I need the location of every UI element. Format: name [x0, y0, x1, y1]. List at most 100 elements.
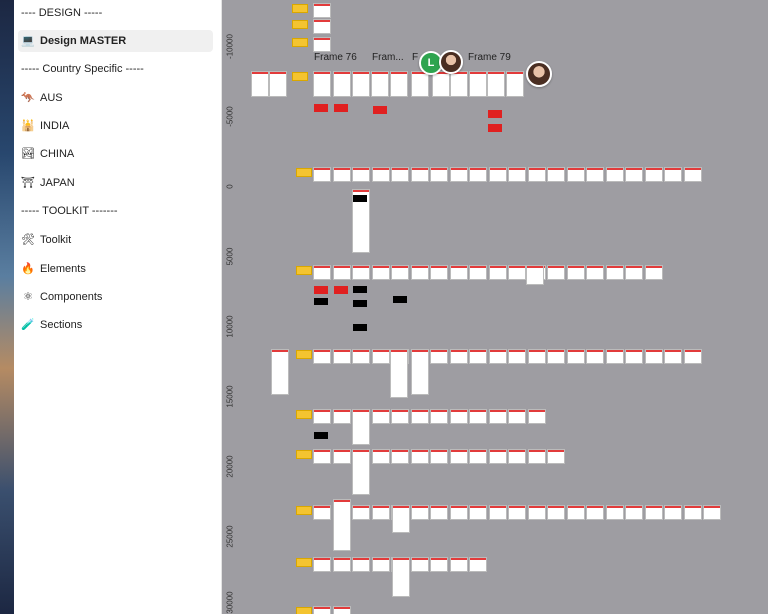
- frame-thumbnail[interactable]: [334, 168, 350, 181]
- frame-thumbnail[interactable]: [685, 350, 701, 363]
- frame-thumbnail[interactable]: [490, 410, 506, 423]
- frame-thumbnail[interactable]: [314, 607, 330, 614]
- frame-thumbnail[interactable]: [393, 558, 409, 596]
- frame-thumbnail[interactable]: [314, 350, 330, 363]
- frame-thumbnail[interactable]: [646, 168, 662, 181]
- frame-thumbnail[interactable]: [470, 266, 486, 279]
- frame-title[interactable]: Frame 79: [468, 52, 511, 63]
- frame-thumbnail[interactable]: [470, 558, 486, 571]
- frame-thumbnail[interactable]: [548, 168, 564, 181]
- frame-thumbnail[interactable]: [451, 168, 467, 181]
- frame-tag[interactable]: [296, 350, 312, 359]
- frame-thumbnail[interactable]: [431, 350, 447, 363]
- collaborator-avatar-photo[interactable]: [439, 50, 463, 74]
- frame-thumbnail[interactable]: [392, 266, 408, 279]
- page-design-divider[interactable]: ---- DESIGN -----: [18, 2, 213, 24]
- frame-thumbnail[interactable]: [392, 450, 408, 463]
- frame-tag[interactable]: [296, 168, 312, 177]
- frame-thumbnail[interactable]: [353, 350, 369, 363]
- frame-thumbnail[interactable]: [431, 450, 447, 463]
- frame-thumbnail[interactable]: [373, 350, 389, 363]
- frame-thumbnail[interactable]: [431, 266, 447, 279]
- frame-thumbnail[interactable]: [314, 4, 330, 17]
- page-aus[interactable]: 🦘 AUS: [18, 87, 213, 109]
- page-toolkit-divider[interactable]: ----- TOOLKIT -------: [18, 200, 213, 222]
- frame-thumbnail[interactable]: [548, 266, 564, 279]
- frame-tag[interactable]: [292, 20, 308, 29]
- frame-tag[interactable]: [296, 410, 312, 419]
- frame-thumbnail[interactable]: [334, 607, 350, 614]
- frame-thumbnail[interactable]: [412, 450, 428, 463]
- frame-thumbnail[interactable]: [568, 266, 584, 279]
- frame-thumbnail[interactable]: [391, 72, 407, 96]
- design-canvas[interactable]: -10000 -5000 0 5000 10000 15000 20000 25…: [222, 0, 768, 614]
- page-design-master[interactable]: 💻 Design MASTER: [18, 30, 213, 52]
- frame-black-block[interactable]: [353, 300, 367, 307]
- frame-thumbnail[interactable]: [665, 168, 681, 181]
- frame-thumbnail[interactable]: [372, 72, 388, 96]
- frame-thumbnail[interactable]: [431, 506, 447, 519]
- frame-thumbnail[interactable]: [470, 450, 486, 463]
- frame-thumbnail[interactable]: [548, 350, 564, 363]
- frame-thumbnail[interactable]: [470, 506, 486, 519]
- frame-thumbnail[interactable]: [373, 506, 389, 519]
- frame-thumbnail[interactable]: [272, 350, 288, 394]
- frame-thumbnail[interactable]: [548, 506, 564, 519]
- frame-red-block[interactable]: [488, 110, 502, 118]
- frame-thumbnail[interactable]: [314, 558, 330, 571]
- frame-thumbnail[interactable]: [607, 266, 623, 279]
- frame-tag[interactable]: [296, 506, 312, 515]
- frame-black-block[interactable]: [314, 298, 328, 305]
- frame-thumbnail[interactable]: [314, 168, 330, 181]
- frame-title[interactable]: Frame 76: [314, 52, 357, 63]
- frame-thumbnail[interactable]: [353, 410, 369, 444]
- frame-thumbnail[interactable]: [353, 506, 369, 519]
- frame-thumbnail[interactable]: [412, 558, 428, 571]
- frame-thumbnail[interactable]: [431, 410, 447, 423]
- frame-thumbnail[interactable]: [646, 506, 662, 519]
- frame-thumbnail[interactable]: [509, 266, 525, 279]
- frame-thumbnail[interactable]: [646, 266, 662, 279]
- frame-thumbnail[interactable]: [665, 506, 681, 519]
- frame-thumbnail[interactable]: [373, 168, 389, 181]
- frame-thumbnail[interactable]: [373, 558, 389, 571]
- frame-thumbnail[interactable]: [568, 350, 584, 363]
- frame-thumbnail[interactable]: [334, 266, 350, 279]
- frame-thumbnail[interactable]: [527, 266, 543, 284]
- frame-thumbnail[interactable]: [270, 72, 286, 96]
- frame-thumbnail[interactable]: [490, 168, 506, 181]
- frame-thumbnail[interactable]: [431, 558, 447, 571]
- frame-thumbnail[interactable]: [509, 450, 525, 463]
- frame-thumbnail[interactable]: [412, 266, 428, 279]
- frame-thumbnail[interactable]: [509, 506, 525, 519]
- page-india[interactable]: 🕌 INDIA: [18, 115, 213, 137]
- frame-thumbnail[interactable]: [334, 450, 350, 463]
- frame-thumbnail[interactable]: [412, 72, 428, 96]
- frame-thumbnail[interactable]: [334, 72, 350, 96]
- page-china[interactable]: 🏞 CHINA: [18, 143, 213, 165]
- frame-thumbnail[interactable]: [607, 350, 623, 363]
- frame-tag[interactable]: [296, 558, 312, 567]
- frame-thumbnail[interactable]: [314, 450, 330, 463]
- frame-red-block[interactable]: [373, 106, 387, 114]
- frame-red-block[interactable]: [314, 104, 328, 112]
- collaborator-avatar-photo[interactable]: [526, 61, 552, 87]
- frame-thumbnail[interactable]: [626, 350, 642, 363]
- frame-thumbnail[interactable]: [314, 266, 330, 279]
- frame-thumbnail[interactable]: [529, 450, 545, 463]
- frame-black-block[interactable]: [314, 432, 328, 439]
- frame-thumbnail[interactable]: [529, 350, 545, 363]
- frame-thumbnail[interactable]: [509, 410, 525, 423]
- frame-thumbnail[interactable]: [393, 506, 409, 532]
- frame-thumbnail[interactable]: [470, 350, 486, 363]
- frame-thumbnail[interactable]: [451, 266, 467, 279]
- frame-thumbnail[interactable]: [353, 266, 369, 279]
- frame-black-block[interactable]: [393, 296, 407, 303]
- frame-thumbnail[interactable]: [353, 450, 369, 494]
- frame-thumbnail[interactable]: [334, 350, 350, 363]
- frame-thumbnail[interactable]: [314, 20, 330, 33]
- frame-thumbnail[interactable]: [488, 72, 504, 96]
- frame-thumbnail[interactable]: [587, 266, 603, 279]
- frame-thumbnail[interactable]: [509, 350, 525, 363]
- frame-thumbnail[interactable]: [626, 168, 642, 181]
